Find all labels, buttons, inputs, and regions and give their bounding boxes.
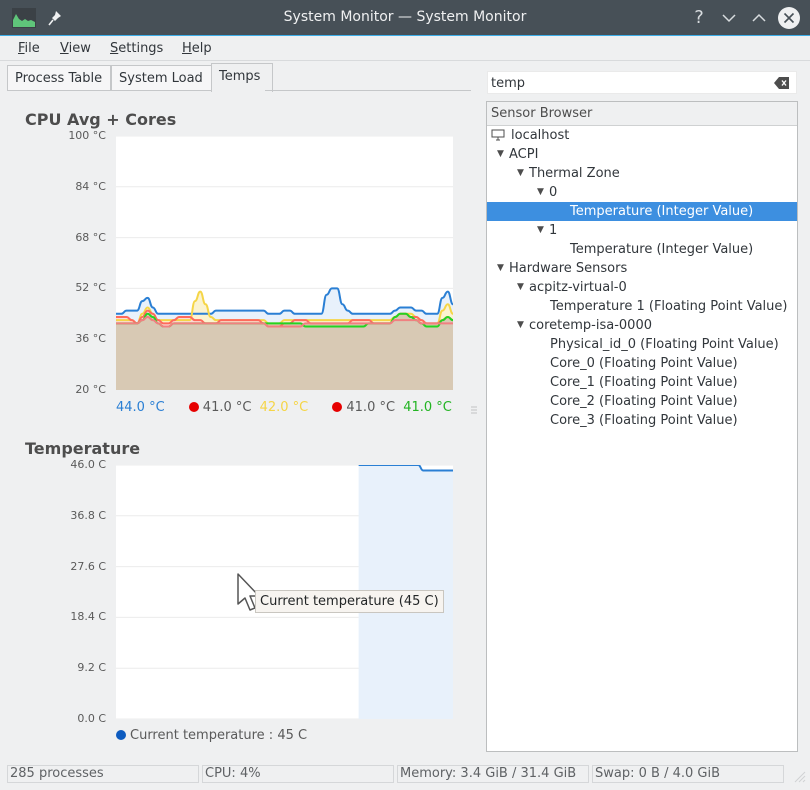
y-tick-label: 18.4 C bbox=[70, 610, 106, 624]
legend-dot-core bbox=[332, 402, 343, 412]
y-tick-label: 36 °C bbox=[75, 332, 106, 346]
tab-process-table[interactable]: Process Table bbox=[7, 65, 111, 91]
tree-item-label: Temperature (Integer Value) bbox=[570, 242, 754, 257]
tree-item[interactable]: ▼ Hardware Sensors bbox=[487, 259, 797, 278]
tree-item[interactable]: Temperature (Integer Value) bbox=[487, 202, 797, 221]
legend-entry-core-0: 41.0 °C bbox=[202, 400, 252, 415]
tree-item-label: acpitz-virtual-0 bbox=[529, 280, 627, 295]
cpu-temperature-chart[interactable] bbox=[116, 136, 453, 390]
legend-dot-core bbox=[188, 402, 199, 412]
y-tick-label: 36.8 C bbox=[70, 508, 106, 522]
tree-item[interactable]: Core_0 (Floating Point Value) bbox=[487, 354, 797, 373]
menu-view[interactable]: View bbox=[60, 41, 91, 56]
status-swap: Swap: 0 B / 4.0 GiB bbox=[592, 765, 784, 783]
y-tick-label: 46.0 C bbox=[70, 458, 106, 471]
tree-item[interactable]: localhost bbox=[487, 126, 797, 145]
y-tick-label: 84 °C bbox=[75, 179, 106, 193]
expand-arrow-icon[interactable]: ▼ bbox=[537, 183, 544, 202]
tree-item[interactable]: Physical_id_0 (Floating Point Value) bbox=[487, 335, 797, 354]
y-tick-label: 20 °C bbox=[75, 383, 106, 396]
tree-item-label: Core_3 (Floating Point Value) bbox=[550, 413, 738, 428]
temperature-chart-legend: Current temperature : 45 C bbox=[116, 728, 307, 743]
sensor-tree: localhost ▼ ACPI ▼ Thermal Zone ▼ 0 Temperature… bbox=[487, 126, 797, 430]
tab-divider bbox=[265, 90, 471, 91]
close-button[interactable] bbox=[778, 7, 800, 29]
tree-item-label: Temperature (Integer Value) bbox=[570, 204, 754, 219]
sensor-search-box bbox=[487, 71, 797, 94]
tree-item[interactable]: Core_1 (Floating Point Value) bbox=[487, 373, 797, 392]
legend-dot-current-temperature bbox=[116, 730, 126, 740]
expand-arrow-icon[interactable]: ▼ bbox=[497, 259, 504, 278]
status-process-count: 285 processes bbox=[7, 765, 199, 783]
status-memory: Memory: 3.4 GiB / 31.4 GiB bbox=[397, 765, 589, 783]
tree-item[interactable]: Temperature (Integer Value) bbox=[487, 240, 797, 259]
y-tick-label: 0.0 C bbox=[77, 712, 106, 725]
expand-arrow-icon[interactable]: ▼ bbox=[537, 221, 544, 240]
maximize-icon bbox=[752, 13, 766, 22]
temperature-chart-title: Temperature bbox=[25, 439, 141, 458]
tree-item[interactable]: ▼ 1 bbox=[487, 221, 797, 240]
help-button[interactable]: ? bbox=[688, 7, 710, 29]
menu-file[interactable]: File bbox=[18, 41, 40, 56]
tree-item[interactable]: ▼ coretemp-isa-0000 bbox=[487, 316, 797, 335]
y-tick-label: 27.6 C bbox=[70, 559, 106, 573]
tab-system-load[interactable]: System Load bbox=[111, 65, 212, 91]
tree-item-label: Temperature 1 (Floating Point Value) bbox=[550, 299, 788, 314]
y-tick-label: 68 °C bbox=[75, 230, 106, 244]
status-bar: 285 processes CPU: 4% Memory: 3.4 GiB / … bbox=[0, 763, 810, 790]
tree-item-label: ACPI bbox=[509, 147, 539, 162]
tree-item-label: Hardware Sensors bbox=[509, 261, 628, 276]
tree-item[interactable]: ▼ ACPI bbox=[487, 145, 797, 164]
legend-entry-cpu-avg: 44.0 °C bbox=[116, 400, 165, 415]
tree-item[interactable]: ▼ Thermal Zone bbox=[487, 164, 797, 183]
tree-item-label: Physical_id_0 (Floating Point Value) bbox=[550, 337, 779, 352]
tree-item-label: coretemp-isa-0000 bbox=[529, 318, 652, 333]
menu-help[interactable]: Help bbox=[182, 41, 212, 56]
status-cpu: CPU: 4% bbox=[202, 765, 394, 783]
monitor-icon bbox=[491, 129, 505, 141]
legend-entry-core-3: 41.0 °C bbox=[403, 400, 452, 415]
legend-entry-current-temperature: Current temperature : 45 C bbox=[130, 728, 308, 743]
tree-item[interactable]: ▼ acpitz-virtual-0 bbox=[487, 278, 797, 297]
y-tick-label: 100 °C bbox=[68, 129, 106, 142]
expand-arrow-icon[interactable]: ▼ bbox=[497, 145, 504, 164]
tree-item[interactable]: Core_3 (Floating Point Value) bbox=[487, 411, 797, 430]
legend-entry-core-1: 42.0 °C bbox=[259, 400, 309, 415]
close-icon bbox=[783, 12, 795, 24]
tree-item[interactable]: ▼ 0 bbox=[487, 183, 797, 202]
expand-arrow-icon[interactable]: ▼ bbox=[517, 278, 524, 297]
maximize-button[interactable] bbox=[748, 7, 770, 29]
y-tick-label: 9.2 C bbox=[77, 661, 106, 675]
tree-item-label: 1 bbox=[549, 223, 558, 238]
tree-item-label: 0 bbox=[549, 185, 558, 200]
expand-arrow-icon[interactable]: ▼ bbox=[517, 164, 524, 183]
tab-temps[interactable]: Temps bbox=[211, 63, 273, 92]
expand-arrow-icon[interactable]: ▼ bbox=[517, 316, 524, 335]
tree-item-label: Thermal Zone bbox=[529, 166, 620, 181]
series-area-core-0 bbox=[116, 316, 453, 390]
tree-item-label: Core_1 (Floating Point Value) bbox=[550, 375, 738, 390]
sensor-search-input[interactable] bbox=[491, 74, 771, 92]
help-icon: ? bbox=[694, 7, 704, 28]
resize-grip-icon[interactable] bbox=[792, 769, 806, 783]
tree-item-label: localhost bbox=[511, 128, 570, 143]
chart-tooltip: Current temperature (45 C) bbox=[255, 590, 444, 613]
sensor-browser-header: Sensor Browser bbox=[487, 102, 797, 126]
y-tick-label: 52 °C bbox=[75, 281, 106, 295]
tree-item[interactable]: Temperature 1 (Floating Point Value) bbox=[487, 297, 797, 316]
cpu-chart-title: CPU Avg + Cores bbox=[25, 110, 177, 129]
tree-item[interactable]: Core_2 (Floating Point Value) bbox=[487, 392, 797, 411]
menu-bar: File View Settings Help bbox=[0, 37, 810, 61]
sensor-browser: Sensor Browser localhost ▼ ACPI ▼ Thermal Zo… bbox=[486, 101, 798, 752]
splitter-handle[interactable] bbox=[471, 405, 477, 415]
menu-settings[interactable]: Settings bbox=[110, 41, 163, 56]
cpu-chart-legend: 44.0 °C 41.0 °C 42.0 °C 41.0 °C 41.0 °C bbox=[116, 400, 452, 415]
minimize-button[interactable] bbox=[718, 7, 740, 29]
clear-text-icon[interactable] bbox=[774, 76, 790, 90]
title-bar: System Monitor — System Monitor ? bbox=[0, 0, 810, 36]
tree-item-label: Core_0 (Floating Point Value) bbox=[550, 356, 738, 371]
tree-item-label: Core_2 (Floating Point Value) bbox=[550, 394, 738, 409]
legend-entry-core-2: 41.0 °C bbox=[346, 400, 396, 415]
minimize-icon bbox=[722, 14, 736, 23]
